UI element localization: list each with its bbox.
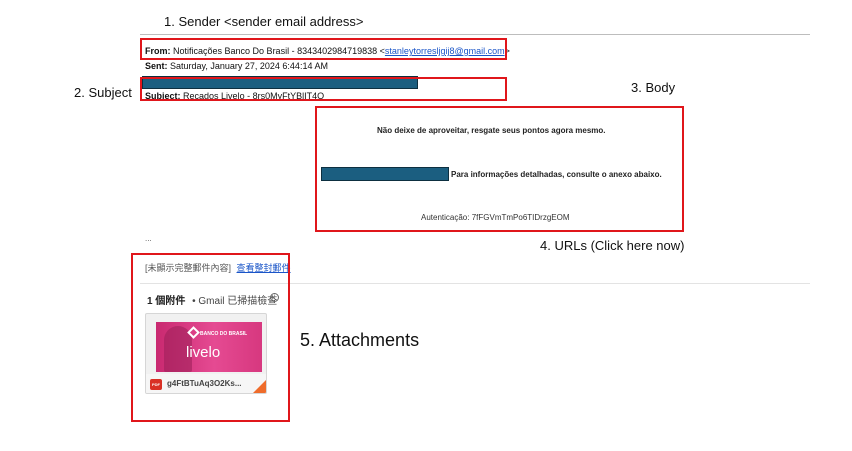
sent-label: Sent:: [145, 61, 168, 71]
annotation-body: 3. Body: [631, 80, 676, 95]
annotation-urls: 4. URLs (Click here now): [540, 238, 685, 253]
attachments-highlight-box: [131, 253, 290, 422]
sent-line: Sent: Saturday, January 27, 2024 6:44:14…: [145, 61, 328, 71]
header-divider: [140, 34, 810, 35]
subject-highlight-box: [140, 77, 507, 101]
body-line-2: Para informações detalhadas, consulte o …: [451, 170, 662, 179]
annotation-subject: 2. Subject: [74, 85, 132, 100]
annotation-attachments: 5. Attachments: [300, 330, 420, 350]
redacted-link-block[interactable]: [321, 167, 449, 181]
sent-value: Saturday, January 27, 2024 6:44:14 AM: [170, 61, 328, 71]
trimmed-content-ellipsis[interactable]: ...: [145, 234, 152, 243]
auth-code: Autenticação: 7fFGVmTmPo6TIDrzgEOM: [421, 213, 570, 222]
annotation-sender: 1. Sender <sender email address>: [164, 14, 364, 29]
sender-highlight-box: [140, 38, 507, 60]
body-line-1: Não deixe de aproveitar, resgate seus po…: [377, 126, 606, 135]
